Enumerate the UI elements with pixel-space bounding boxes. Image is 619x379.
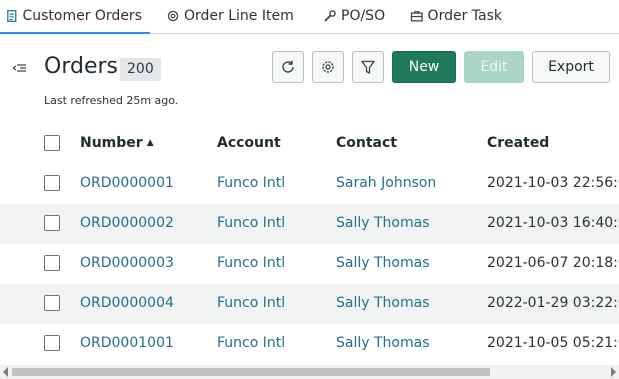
created-date: 2021-10-05 05:21:00 [487,335,619,351]
tab-label: Order Line Item [184,7,294,24]
order-number-link[interactable]: ORD0000001 [80,175,174,191]
tab-label: Customer Orders [22,7,142,24]
tab-po-so[interactable]: PO/SO [305,0,400,33]
order-number-link[interactable]: ORD0000003 [80,255,174,271]
refresh-button[interactable] [272,51,304,83]
table-row: ORD0001001 Funco Intl Sally Thomas 2021-… [0,324,619,364]
filter-button[interactable] [352,51,384,83]
document-icon [7,9,17,22]
account-link[interactable]: Funco Intl [217,335,285,351]
select-all-checkbox[interactable] [44,135,60,151]
gear-icon [167,10,179,21]
tab-order-line-item[interactable]: Order Line Item [150,0,305,33]
orders-table: Number ▲ Account Contact Created ORD00000… [0,124,619,364]
account-link[interactable]: Funco Intl [217,255,285,271]
order-number-link[interactable]: ORD0001001 [80,335,174,351]
created-date: 2021-06-07 20:18:01 [487,255,619,271]
account-link[interactable]: Funco Intl [217,215,285,231]
tab-label: PO/SO [341,7,386,24]
column-header-created[interactable]: Created [487,135,549,151]
contact-link[interactable]: Sally Thomas [336,295,429,311]
list-header: Orders 200 Last refreshed 25m ago. New E… [0,34,619,114]
tab-customer-orders[interactable]: Customer Orders [0,0,150,34]
horizontal-scrollbar[interactable] [0,365,619,379]
gear-icon [322,61,334,73]
order-number-link[interactable]: ORD0000004 [80,295,174,311]
order-number-link[interactable]: ORD0000002 [80,215,174,231]
new-button[interactable]: New [392,51,456,83]
row-checkbox[interactable] [44,335,60,351]
tab-bar: Customer Orders Order Line Item PO/SO Or… [0,0,619,34]
tab-label: Order Task [427,7,502,24]
briefcase-icon [410,10,423,21]
row-checkbox[interactable] [44,175,60,191]
created-date: 2021-10-03 22:56:00 [487,175,619,191]
column-header-account[interactable]: Account [217,135,281,151]
row-checkbox[interactable] [44,215,60,231]
scrollbar-thumb[interactable] [12,368,490,376]
scroll-right-icon[interactable] [611,367,616,377]
record-count-badge: 200 [120,58,161,81]
table-row: ORD0000003 Funco Intl Sally Thomas 2021-… [0,244,619,284]
table-row: ORD0000001 Funco Intl Sarah Johnson 2021… [0,164,619,204]
contact-link[interactable]: Sally Thomas [336,335,429,351]
edit-button[interactable]: Edit [464,51,524,83]
sort-ascending-icon: ▲ [146,138,154,148]
scroll-left-icon[interactable] [3,367,8,377]
wrench-icon [324,9,336,22]
tab-order-task[interactable]: Order Task [400,0,510,33]
table-header-row: Number ▲ Account Contact Created [0,124,619,164]
export-button[interactable]: Export [532,51,610,83]
account-link[interactable]: Funco Intl [217,175,285,191]
contact-link[interactable]: Sally Thomas [336,215,429,231]
table-row: ORD0000004 Funco Intl Sally Thomas 2022-… [0,284,619,324]
table-row: ORD0000002 Funco Intl Sally Thomas 2021-… [0,204,619,244]
contact-link[interactable]: Sarah Johnson [336,175,436,191]
collapse-list-icon[interactable] [12,60,28,76]
row-checkbox[interactable] [44,295,60,311]
column-header-contact[interactable]: Contact [336,135,397,151]
contact-link[interactable]: Sally Thomas [336,255,429,271]
created-date: 2022-01-29 03:22:08 [487,295,619,311]
row-checkbox[interactable] [44,255,60,271]
settings-button[interactable] [312,51,344,83]
account-link[interactable]: Funco Intl [217,295,285,311]
created-date: 2021-10-03 16:40:29 [487,215,619,231]
page-title: Orders [44,54,118,79]
last-refreshed-text: Last refreshed 25m ago. [44,94,179,107]
refresh-icon [282,60,294,73]
filter-icon [361,60,375,74]
column-header-number[interactable]: Number ▲ [80,135,154,151]
